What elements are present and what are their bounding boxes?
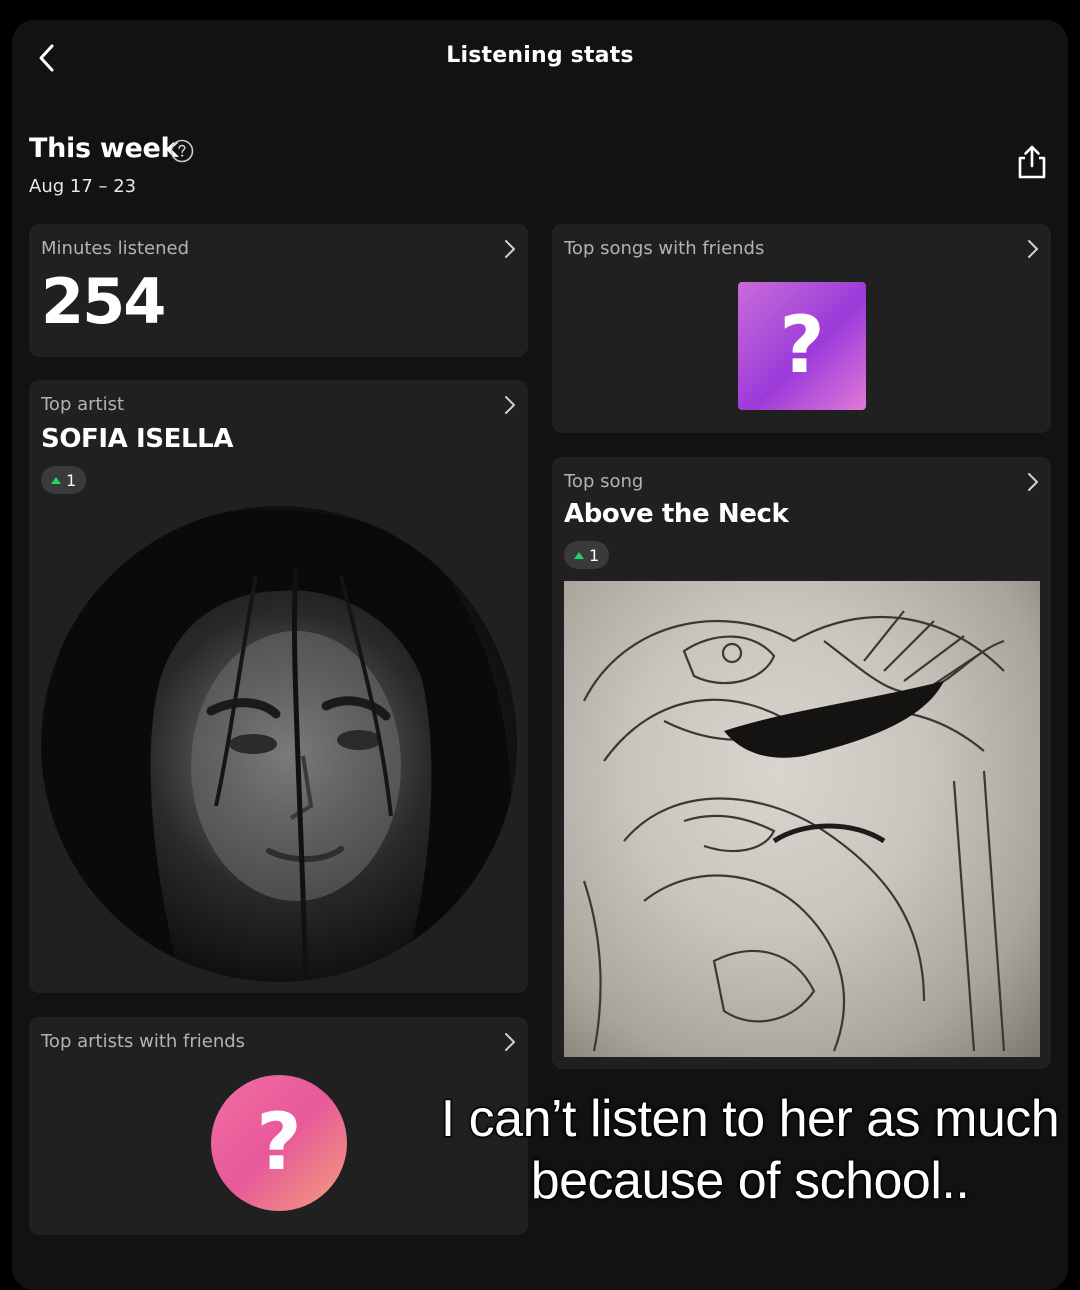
page-title: Listening stats [446,43,634,68]
mystery-artist-placeholder: ? [211,1075,347,1211]
rank-change-value: 1 [66,470,77,490]
period-range: Aug 17 – 23 [29,176,137,197]
question-mark-icon: ? [779,301,825,391]
top-songs-friends-label: Top songs with friends [564,238,765,259]
minutes-value: 254 [41,265,166,338]
caption-line-2: because of school.. [530,1152,970,1210]
artist-photo [41,506,517,982]
chevron-right-icon [1028,240,1038,258]
help-icon[interactable] [170,139,194,163]
chevron-right-icon [505,240,515,258]
top-song-title: Above the Neck [564,499,789,529]
question-mark-icon: ? [256,1098,302,1188]
album-art [564,581,1040,1057]
rank-change-badge: 1 [564,541,610,569]
chevron-right-icon [505,396,515,414]
top-artists-friends-label: Top artists with friends [41,1031,246,1052]
rank-up-icon [574,551,584,559]
share-button[interactable] [1016,144,1048,180]
mystery-song-placeholder: ? [738,282,866,410]
top-artist-card[interactable]: Top artist SOFIA ISELLA 1 [29,380,528,993]
share-icon [1018,145,1046,179]
caption-line-1: I can’t listen to her as much [440,1090,1060,1148]
rank-change-value: 1 [589,545,600,565]
top-song-label: Top song [564,471,644,492]
top-bar: Listening stats [12,20,1068,100]
top-artist-name: SOFIA ISELLA [41,424,234,454]
rank-change-badge: 1 [41,466,87,494]
chevron-right-icon [1028,473,1038,491]
minutes-label: Minutes listened [41,238,189,259]
top-artist-label: Top artist [41,394,125,415]
rank-up-icon [51,476,61,484]
top-songs-with-friends-card[interactable]: Top songs with friends ? [552,224,1051,433]
minutes-listened-card[interactable]: Minutes listened 254 [29,224,528,357]
top-song-card[interactable]: Top song Above the Neck 1 [552,457,1051,1069]
video-caption: I can’t listen to her as much because of… [420,1088,1080,1212]
chevron-right-icon [505,1033,515,1051]
period-title: This week [29,133,179,164]
